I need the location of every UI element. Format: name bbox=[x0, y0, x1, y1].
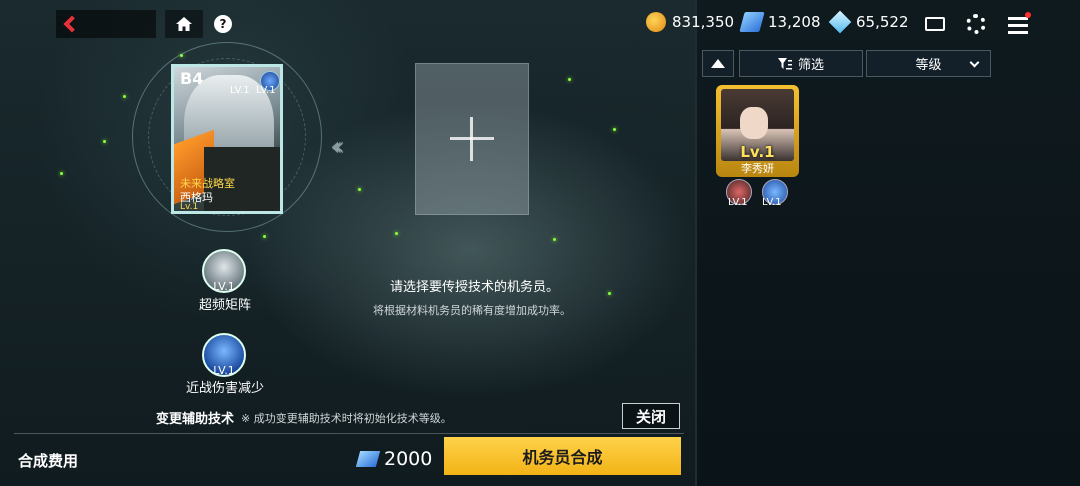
change-skill-note: ※ 成功变更辅助技术时将初始化技术等级。 bbox=[241, 412, 452, 425]
home-button[interactable] bbox=[165, 10, 203, 38]
cost-value: 2000 bbox=[384, 448, 433, 470]
particle bbox=[553, 238, 556, 241]
diamond-value: 65,522 bbox=[856, 13, 909, 31]
particle bbox=[263, 235, 266, 238]
ticket-counter: 13,208 bbox=[739, 12, 821, 32]
particle bbox=[608, 292, 611, 295]
menu-icon[interactable] bbox=[1008, 17, 1028, 37]
gold-value: 831,350 bbox=[672, 13, 735, 31]
back-arrow-icon bbox=[63, 15, 81, 33]
skill-lv: LV.1 bbox=[213, 280, 235, 293]
unit-skill-lv: LV.1 bbox=[728, 197, 748, 208]
ticket-value: 13,208 bbox=[768, 13, 821, 31]
skill-lv: LV.1 bbox=[213, 364, 235, 377]
gold-counter: 831,350 bbox=[646, 12, 734, 32]
diamond-counter: 65,522 bbox=[828, 10, 909, 34]
close-button[interactable]: 关闭 bbox=[622, 403, 680, 429]
settings-gear-icon[interactable] bbox=[966, 14, 986, 34]
chevron-down-icon bbox=[969, 57, 980, 68]
gold-coin-icon bbox=[646, 12, 666, 32]
sort-ascending-icon bbox=[711, 59, 725, 68]
particle bbox=[60, 172, 63, 175]
unit-name: 李秀妍 bbox=[741, 162, 774, 175]
mail-icon[interactable] bbox=[925, 17, 945, 31]
back-button[interactable] bbox=[56, 10, 156, 38]
change-skill-label: 变更辅助技术 bbox=[156, 412, 235, 427]
skill-melee-reduction-icon[interactable]: LV.1 bbox=[202, 333, 246, 377]
unit-level: Lv.1 bbox=[740, 143, 775, 161]
filter-icon bbox=[777, 57, 792, 69]
card-lv-right: LV.1 bbox=[256, 85, 276, 96]
unit-card[interactable]: Lv.1 李秀妍 LV.1 LV.1 bbox=[716, 85, 799, 212]
sort-select[interactable]: 等级 bbox=[866, 50, 991, 77]
particle bbox=[395, 232, 398, 235]
card-lv-left: LV.1 bbox=[230, 85, 250, 96]
home-icon bbox=[176, 17, 192, 31]
skill-overclock-icon[interactable]: LV.1 bbox=[202, 249, 246, 293]
particle bbox=[568, 78, 571, 81]
card-level: Lv.1 bbox=[180, 202, 199, 212]
particle bbox=[123, 95, 126, 98]
instruction-text: 请选择要传授技术的机务员。 bbox=[390, 280, 560, 295]
sort-label: 等级 bbox=[915, 58, 942, 73]
instruction-subtext: 将根据材料机务员的稀有度增加成功率。 bbox=[373, 304, 571, 317]
skill-label: 超频矩阵 bbox=[198, 298, 251, 313]
particle bbox=[613, 128, 616, 131]
particle bbox=[358, 188, 361, 191]
filter-button[interactable]: 筛选 bbox=[739, 50, 863, 77]
divider bbox=[14, 433, 684, 434]
material-slot[interactable] bbox=[415, 63, 529, 215]
notification-dot bbox=[1025, 12, 1031, 18]
ticket-icon bbox=[739, 12, 765, 32]
sort-order-button[interactable] bbox=[702, 50, 734, 77]
cost-label: 合成费用 bbox=[18, 452, 79, 470]
selected-mechanic-card[interactable]: B4 LV.1 LV.1 未来战略室 西格玛 Lv.1 bbox=[171, 64, 283, 214]
help-button[interactable]: ? bbox=[214, 15, 232, 33]
filter-label: 筛选 bbox=[797, 58, 824, 73]
unit-face bbox=[740, 107, 768, 139]
synthesize-button[interactable]: 机务员合成 bbox=[444, 437, 681, 475]
particle bbox=[103, 140, 106, 143]
diamond-icon bbox=[828, 10, 852, 34]
card-grade: B4 bbox=[180, 69, 204, 88]
skill-label: 近战伤害减少 bbox=[185, 381, 264, 396]
unit-skill-lv: LV.1 bbox=[762, 197, 782, 208]
plus-icon bbox=[450, 117, 494, 161]
transfer-arrows-icon: ‹‹‹ bbox=[330, 132, 345, 162]
ticket-icon bbox=[355, 451, 381, 467]
